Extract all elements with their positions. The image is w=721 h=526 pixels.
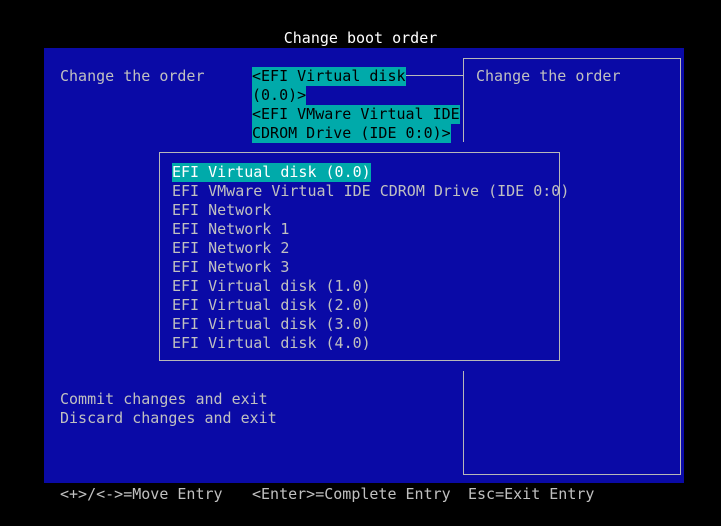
popup-item-9[interactable]: EFI Virtual disk (4.0): [172, 334, 371, 353]
help-panel-border-bottom: [463, 474, 681, 475]
screen-title: Change boot order: [283, 29, 438, 47]
help-panel-border-left: [463, 58, 464, 142]
current-order-line-2[interactable]: (0.0)>: [252, 86, 307, 105]
popup-item-8[interactable]: EFI Virtual disk (3.0): [172, 315, 371, 334]
help-panel-border-right: [680, 58, 681, 475]
popup-item-6[interactable]: EFI Virtual disk (1.0): [172, 277, 371, 296]
current-order-line-1[interactable]: <EFI Virtual disk: [252, 67, 406, 86]
popup-item-0[interactable]: EFI Virtual disk (0.0): [172, 163, 371, 182]
current-order-line-4[interactable]: CDROM Drive (IDE 0:0)>: [252, 124, 451, 143]
popup-item-1[interactable]: EFI VMware Virtual IDE CDROM Drive (IDE …: [172, 182, 569, 201]
change-order-label: Change the order: [60, 67, 205, 85]
popup-item-3[interactable]: EFI Network 1: [172, 220, 289, 239]
popup-item-5[interactable]: EFI Network 3: [172, 258, 289, 277]
commit-changes-option[interactable]: Commit changes and exit: [60, 390, 268, 409]
popup-item-2[interactable]: EFI Network: [172, 201, 271, 220]
help-panel-border-top: [463, 58, 681, 59]
popup-item-4[interactable]: EFI Network 2: [172, 239, 289, 258]
popup-item-7[interactable]: EFI Virtual disk (2.0): [172, 296, 371, 315]
current-order-line-3[interactable]: <EFI VMware Virtual IDE: [252, 105, 460, 124]
boot-order-popup: EFI Virtual disk (0.0) EFI VMware Virtua…: [159, 152, 569, 361]
footer-exit-hint: Esc=Exit Entry: [468, 485, 595, 503]
discard-changes-option[interactable]: Discard changes and exit: [60, 409, 277, 428]
help-panel-border-left-lower: [463, 371, 464, 475]
help-text: Change the order: [476, 67, 621, 85]
footer-move-hint: <+>/<->=Move Entry: [60, 485, 223, 503]
footer-complete-hint: <Enter>=Complete Entry: [252, 485, 451, 503]
